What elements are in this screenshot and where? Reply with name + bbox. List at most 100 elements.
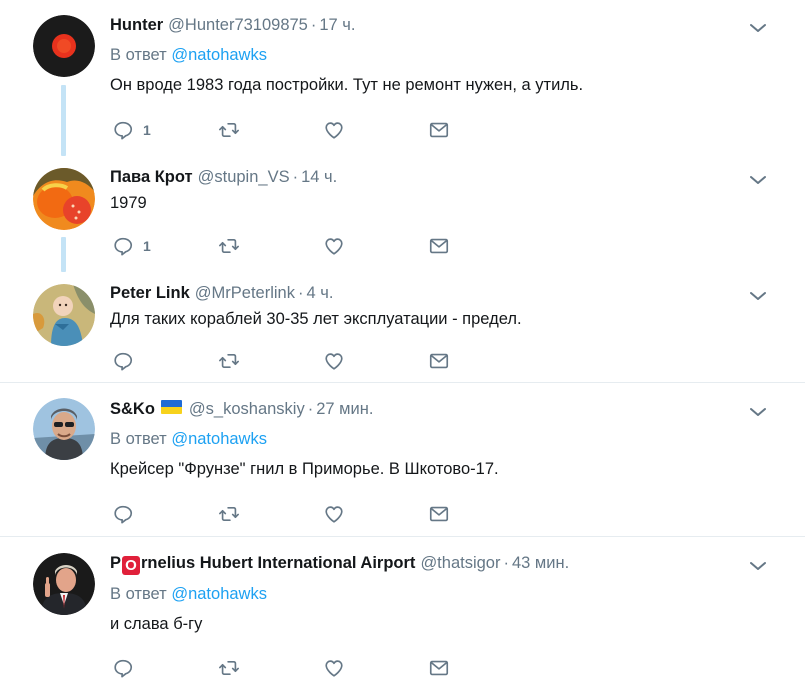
avatar[interactable] [33,553,95,615]
tweet[interactable]: Hunter @Hunter73109875 · 17 ч. В ответ @… [0,0,805,156]
reply-context: В ответ @natohawks [110,428,765,450]
chevron-down-icon[interactable] [749,406,767,418]
chevron-down-icon[interactable] [749,290,767,302]
tweet-header: S&Ko @s_koshanskiy · 27 мин. [110,398,765,420]
like-button[interactable] [323,350,345,372]
dm-icon [428,235,450,257]
chevron-down-icon[interactable] [749,174,767,186]
reply-to-link[interactable]: @natohawks [171,46,267,64]
user-name-end: rnelius Hubert International Airport [141,554,416,572]
retweet-button[interactable] [218,235,240,257]
ukraine-flag-icon [160,400,182,414]
tweet-text: Он вроде 1983 года постройки. Тут не рем… [110,76,584,94]
user-handle[interactable]: @thatsigor [420,552,500,574]
dm-icon [428,350,450,372]
user-name[interactable]: Peter Link [110,282,190,304]
reply-count: 1 [143,238,151,254]
like-button[interactable] [323,503,345,525]
retweet-button[interactable] [218,657,240,679]
like-button[interactable] [323,119,345,141]
retweet-button[interactable] [218,119,240,141]
separator: · [292,168,299,186]
dm-button[interactable] [428,503,450,525]
user-handle[interactable]: @Hunter73109875 [168,14,308,36]
chevron-down-icon[interactable] [749,560,767,572]
orange-illustration-avatar [33,168,95,230]
retweet-icon [218,503,240,525]
like-icon [323,350,345,372]
reply-to-link[interactable]: @natohawks [171,430,267,448]
tweet-header: P Ornelius Hubert International Airport @… [110,552,765,575]
dm-button[interactable] [428,119,450,141]
separator: · [503,554,509,572]
tweet-text: и слава б-гу [110,615,203,633]
like-icon [323,119,345,141]
reply-icon [112,503,134,525]
reply-button[interactable] [112,657,134,679]
user-name[interactable]: S&Ko [110,398,155,420]
dm-button[interactable] [428,350,450,372]
like-button[interactable] [323,235,345,257]
user-name[interactable]: P Ornelius Hubert International Airport [110,552,415,575]
reply-context: В ответ @natohawks [110,44,765,66]
chevron-down-icon[interactable] [749,22,767,34]
separator: · [307,400,314,418]
retweet-button[interactable] [218,350,240,372]
reply-button[interactable] [112,503,134,525]
like-icon [323,503,345,525]
user-name[interactable]: Hunter [110,14,163,36]
thread-line [61,237,66,272]
tweet-text: Крейсер "Фрунзе" гнил в Приморье. В Шкот… [110,460,499,478]
reply-button[interactable]: 1 [112,119,151,141]
user-handle[interactable]: @s_koshanskiy [189,398,305,420]
timestamp[interactable]: 27 мин. [316,398,373,420]
reply-icon [112,657,134,679]
avatar[interactable] [33,398,95,460]
reply-icon [112,235,134,257]
reply-button[interactable] [112,350,134,372]
retweet-button[interactable] [218,503,240,525]
avatar[interactable] [33,284,95,346]
retweet-icon [218,119,240,141]
tweet-header: Пава Крот @stupin_VS · 14 ч. [110,166,765,188]
user-handle[interactable]: @stupin_VS [198,166,290,188]
dm-button[interactable] [428,235,450,257]
dm-button[interactable] [428,657,450,679]
tweet[interactable]: Peter Link @MrPeterlink · 4 ч. Для таких… [0,272,805,383]
tweet[interactable]: Пава Крот @stupin_VS · 14 ч. 1979 1 [0,156,805,272]
man-suit-avatar [33,553,95,615]
tweet-header: Peter Link @MrPeterlink · 4 ч. [110,282,765,304]
tweet-header: Hunter @Hunter73109875 · 17 ч. [110,14,765,36]
reply-to-link[interactable]: @natohawks [171,585,267,603]
reply-icon [112,350,134,372]
user-name-start: P [110,554,122,572]
reply-icon [112,119,134,141]
user-name[interactable]: Пава Крот [110,166,193,188]
timestamp[interactable]: 4 ч. [306,282,333,304]
child-photo-avatar [33,284,95,346]
timestamp[interactable]: 14 ч. [301,166,337,188]
dm-icon [428,657,450,679]
thread-line [61,85,66,156]
reply-prefix: В ответ [110,585,167,603]
avatar[interactable] [33,168,95,230]
user-handle[interactable]: @MrPeterlink [195,282,295,304]
retweet-icon [218,657,240,679]
tweet[interactable]: P Ornelius Hubert International Airport @… [0,538,805,689]
like-button[interactable] [323,657,345,679]
man-sunglasses-avatar [33,398,95,460]
timestamp[interactable]: 17 ч. [319,14,355,36]
timestamp[interactable]: 43 мин. [512,552,569,574]
tweet-text: Для таких кораблей 30-35 лет эксплуатаци… [110,310,522,328]
avatar[interactable] [33,15,95,77]
retweet-icon [218,350,240,372]
reply-prefix: В ответ [110,46,167,64]
separator: · [310,16,317,34]
reply-count: 1 [143,122,151,138]
reply-context: В ответ @natohawks [110,583,765,605]
dm-icon [428,119,450,141]
retweet-icon [218,235,240,257]
dm-icon [428,503,450,525]
reply-button[interactable]: 1 [112,235,151,257]
tweet[interactable]: S&Ko @s_koshanskiy · 27 мин. В ответ @na… [0,384,805,537]
